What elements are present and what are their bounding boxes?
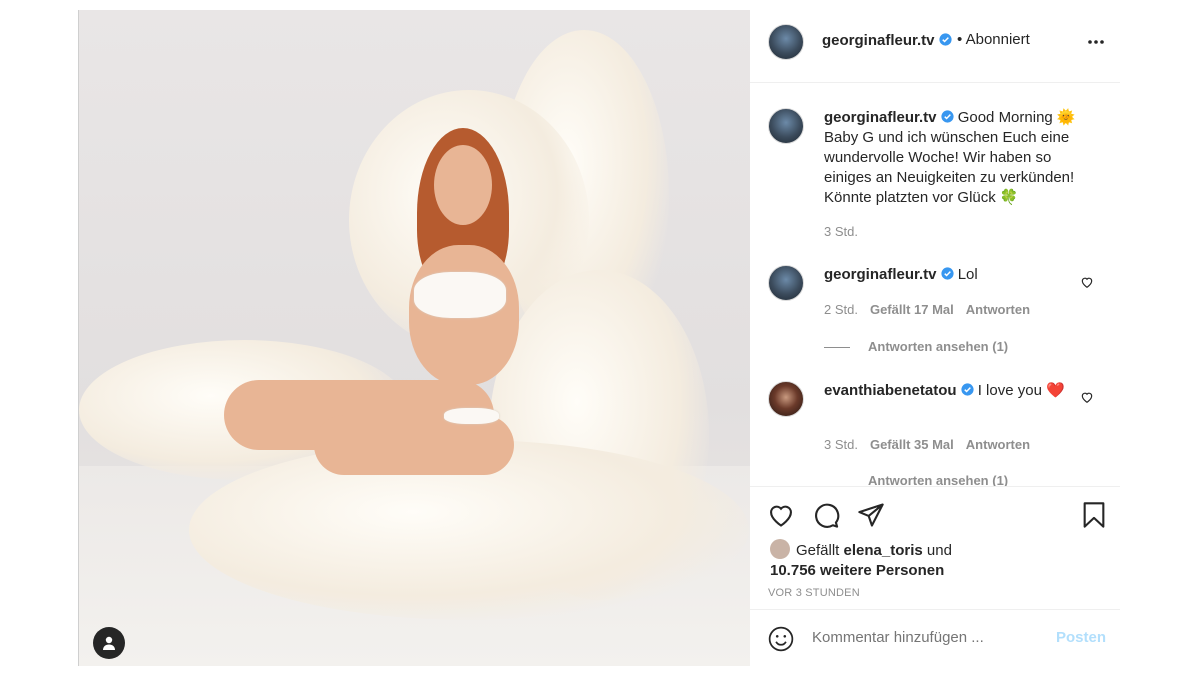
replies-divider: [824, 481, 850, 482]
caption-username[interactable]: georginafleur.tv: [824, 109, 937, 126]
comment-username[interactable]: georginafleur.tv: [824, 266, 937, 283]
comment-input[interactable]: [812, 629, 1012, 646]
comment-like-icon[interactable]: [1080, 390, 1094, 404]
post-timestamp[interactable]: VOR 3 STUNDEN: [768, 587, 860, 599]
comment-likes-count[interactable]: Gefällt 17 Mal: [870, 302, 954, 317]
view-replies-label[interactable]: Antworten ansehen (1): [868, 473, 1008, 486]
caption-avatar[interactable]: [768, 108, 804, 144]
verified-badge-icon: [960, 383, 974, 396]
caption-text-block: georginafleur.tv Good Morning 🌞 Baby G u…: [824, 108, 1094, 208]
comment-text: I love you ❤️: [977, 382, 1065, 399]
photo-leg-front: [314, 415, 514, 475]
comment-reply-button[interactable]: Antworten: [966, 302, 1030, 317]
comment-like-icon[interactable]: [1080, 275, 1094, 289]
post-photo[interactable]: [78, 10, 750, 666]
follow-status[interactable]: • Abonniert: [957, 31, 1030, 48]
comment-text: Lol: [957, 266, 978, 283]
comment-bubble-icon[interactable]: [812, 501, 840, 529]
photo-briefs: [444, 408, 499, 424]
verified-badge-icon: [940, 110, 954, 123]
likes-prefix: Gefällt: [796, 542, 840, 559]
tagged-user-button[interactable]: [93, 627, 125, 659]
author-avatar[interactable]: [768, 24, 804, 60]
author-username[interactable]: georginafleur.tv: [822, 32, 952, 49]
likes-conj: und: [926, 542, 952, 559]
bookmark-icon[interactable]: [1080, 501, 1108, 529]
user-icon: [103, 636, 115, 650]
add-comment-row: Posten: [750, 609, 1120, 668]
post-comment-button[interactable]: Posten: [1056, 629, 1106, 646]
more-options-icon[interactable]: [1086, 32, 1106, 52]
comment-time: 3 Std.: [824, 437, 858, 452]
verified-badge-icon: [940, 267, 954, 280]
comment-avatar[interactable]: [768, 381, 804, 417]
comment-meta: 2 Std. Gefällt 17 Mal Antworten: [824, 302, 1030, 317]
author-username-text[interactable]: georginafleur.tv: [822, 32, 935, 49]
liker-username[interactable]: elena_toris: [844, 542, 923, 559]
comment-meta: 3 Std. Gefällt 35 Mal Antworten: [824, 437, 1030, 452]
caption-time-text: 3 Std.: [824, 224, 858, 239]
replies-divider: [824, 347, 850, 349]
comment-username[interactable]: evanthiabenetatou: [824, 382, 957, 399]
comment-avatar[interactable]: [768, 265, 804, 301]
view-replies-label[interactable]: Antworten ansehen (1): [868, 339, 1008, 354]
view-replies-button[interactable]: Antworten ansehen (1): [824, 339, 1008, 354]
photo-face: [434, 145, 492, 225]
post-side-panel: georginafleur.tv • Abonniert georginafle…: [750, 10, 1120, 666]
likes-summary: Gefällt elena_toris und 10.756 weitere P…: [770, 539, 952, 581]
liker-avatar[interactable]: [770, 539, 790, 559]
comments-list[interactable]: georginafleur.tv Good Morning 🌞 Baby G u…: [750, 83, 1120, 486]
comment-time: 2 Std.: [824, 302, 858, 317]
view-replies-button[interactable]: Antworten ansehen (1): [824, 473, 1008, 486]
post-header: georginafleur.tv • Abonniert: [750, 10, 1120, 83]
post-actions: Gefällt elena_toris und 10.756 weitere P…: [750, 486, 1120, 667]
caption-time: 3 Std.: [824, 224, 858, 239]
like-heart-icon[interactable]: [767, 501, 795, 529]
photo-bra: [414, 272, 506, 318]
likes-others[interactable]: 10.756 weitere Personen: [770, 562, 944, 579]
comment-reply-button[interactable]: Antworten: [966, 437, 1030, 452]
emoji-smiley-icon[interactable]: [768, 626, 794, 652]
comment-likes-count[interactable]: Gefällt 35 Mal: [870, 437, 954, 452]
share-paper-plane-icon[interactable]: [857, 501, 885, 529]
comment-text-block: georginafleur.tv Lol: [824, 265, 1094, 285]
comment-text-block: evanthiabenetatou I love you ❤️: [824, 381, 1094, 401]
verified-badge-icon: [938, 33, 952, 46]
